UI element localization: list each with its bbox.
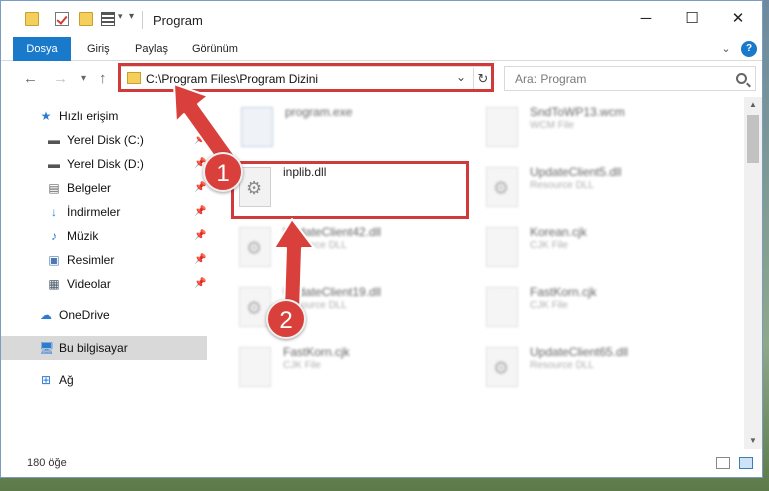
- file-highlight-box: [231, 161, 469, 219]
- title-separator: [142, 11, 143, 29]
- download-icon: ↓: [51, 205, 57, 219]
- back-arrow-icon[interactable]: ←: [23, 70, 38, 87]
- scroll-up-icon[interactable]: ▲: [744, 97, 762, 113]
- file-item[interactable]: UpdateClient5.dll Resource DLL: [486, 163, 726, 223]
- forward-arrow-icon[interactable]: →: [53, 70, 68, 87]
- file-item[interactable]: UpdateClient65.dll Resource DLL: [486, 343, 726, 403]
- scroll-thumb[interactable]: [747, 115, 759, 163]
- sidebar-item-pictures[interactable]: ▣ Resimler 📌: [1, 248, 207, 272]
- sidebar-item-quick-access[interactable]: ★ Hızlı erişim: [1, 104, 207, 128]
- new-folder-icon[interactable]: [79, 12, 93, 26]
- expand-ribbon-icon[interactable]: ⌄: [718, 41, 734, 57]
- file-icon: [239, 347, 271, 387]
- computer-icon: 🖥: [39, 341, 55, 355]
- up-arrow-icon[interactable]: ↑: [99, 70, 107, 87]
- details-view-icon[interactable]: [716, 457, 730, 469]
- step-1-badge: 1: [203, 152, 243, 192]
- star-icon: ★: [40, 109, 52, 123]
- quick-access-props-icon[interactable]: [101, 12, 115, 26]
- tiles-view-icon[interactable]: [739, 457, 753, 469]
- step-2-badge: 2: [266, 299, 306, 339]
- title-bar: ▾ ▾ Program ─ ☐ ✕: [1, 1, 762, 37]
- music-icon: ♪: [51, 229, 57, 243]
- sidebar-item-downloads[interactable]: ↓ İndirmeler 📌: [1, 200, 207, 224]
- pin-icon[interactable]: 📌: [194, 128, 206, 152]
- sidebar-item-onedrive[interactable]: ☁ OneDrive: [1, 303, 207, 327]
- window-title: Program: [153, 13, 203, 28]
- navigation-pane: ★ Hızlı erişim ▬ Yerel Disk (C:) 📌 ▬ Yer…: [1, 97, 211, 449]
- dll-file-icon: [486, 347, 518, 387]
- sidebar-item-documents[interactable]: ▤ Belgeler 📌: [1, 176, 207, 200]
- file-icon: [486, 227, 518, 267]
- file-item[interactable]: FastKorn.cjk CJK File: [486, 283, 726, 343]
- search-icon: [736, 73, 747, 84]
- maximize-button[interactable]: ☐: [669, 1, 715, 37]
- file-item[interactable]: UpdateClient42.dll Resource DLL: [239, 223, 479, 283]
- close-button[interactable]: ✕: [715, 1, 761, 37]
- customize-toolbar-icon[interactable]: ▾: [129, 11, 134, 22]
- scroll-down-icon[interactable]: ▼: [744, 433, 762, 449]
- vertical-scrollbar[interactable]: ▲ ▼: [744, 97, 762, 449]
- properties-check-icon[interactable]: [55, 12, 69, 26]
- sidebar-item-music[interactable]: ♪ Müzik 📌: [1, 224, 207, 248]
- item-count: 180 öğe: [27, 457, 67, 469]
- tab-dosya[interactable]: Dosya: [13, 37, 71, 61]
- sidebar-item-this-pc[interactable]: 🖥 Bu bilgisayar: [1, 336, 207, 360]
- file-list: program.exe SndToWP13.wcm WCM File inpli…: [211, 97, 744, 449]
- minimize-button[interactable]: ─: [623, 1, 669, 37]
- documents-icon: ▤: [48, 181, 60, 195]
- pin-icon[interactable]: 📌: [194, 272, 206, 296]
- file-item[interactable]: program.exe: [241, 103, 481, 163]
- file-item[interactable]: FastKorn.cjk CJK File: [239, 343, 479, 403]
- tab-giris[interactable]: Giriş: [77, 37, 120, 61]
- sidebar-item-network[interactable]: ⊞ Ağ: [1, 368, 207, 392]
- sidebar-item-local-disk-d[interactable]: ▬ Yerel Disk (D:) 📌: [1, 152, 207, 176]
- search-box[interactable]: Ara: Program: [504, 66, 756, 91]
- tab-paylas[interactable]: Paylaş: [125, 37, 178, 61]
- cloud-icon: ☁: [40, 308, 52, 322]
- folder-icon: [25, 12, 39, 26]
- chevron-down-icon[interactable]: ▾: [118, 11, 123, 22]
- file-item[interactable]: Korean.cjk CJK File: [486, 223, 726, 283]
- drive-icon: ▬: [48, 157, 60, 171]
- ribbon-tabs: Dosya Giriş Paylaş Görünüm ⌄ ?: [1, 37, 762, 61]
- status-bar: 180 öğe: [1, 449, 762, 477]
- file-item[interactable]: SndToWP13.wcm WCM File: [486, 103, 726, 163]
- file-icon: [486, 107, 518, 147]
- file-icon: [486, 287, 518, 327]
- dll-file-icon: [239, 227, 271, 267]
- pin-icon[interactable]: 📌: [194, 224, 206, 248]
- videos-icon: ▦: [48, 277, 60, 291]
- network-icon: ⊞: [40, 373, 52, 387]
- dll-file-icon: [486, 167, 518, 207]
- pin-icon[interactable]: 📌: [194, 200, 206, 224]
- address-highlight-box: [118, 63, 494, 92]
- search-input[interactable]: Ara: Program: [515, 72, 586, 86]
- exe-file-icon: [241, 107, 273, 147]
- pictures-icon: ▣: [48, 253, 60, 267]
- pin-icon[interactable]: 📌: [194, 248, 206, 272]
- tab-gorunum[interactable]: Görünüm: [182, 37, 248, 61]
- recent-locations-icon[interactable]: ▾: [81, 73, 86, 84]
- drive-icon: ▬: [48, 133, 60, 147]
- sidebar-item-videos[interactable]: ▦ Videolar 📌: [1, 272, 207, 296]
- help-icon[interactable]: ?: [741, 41, 757, 57]
- sidebar-item-local-disk-c[interactable]: ▬ Yerel Disk (C:) 📌: [1, 128, 207, 152]
